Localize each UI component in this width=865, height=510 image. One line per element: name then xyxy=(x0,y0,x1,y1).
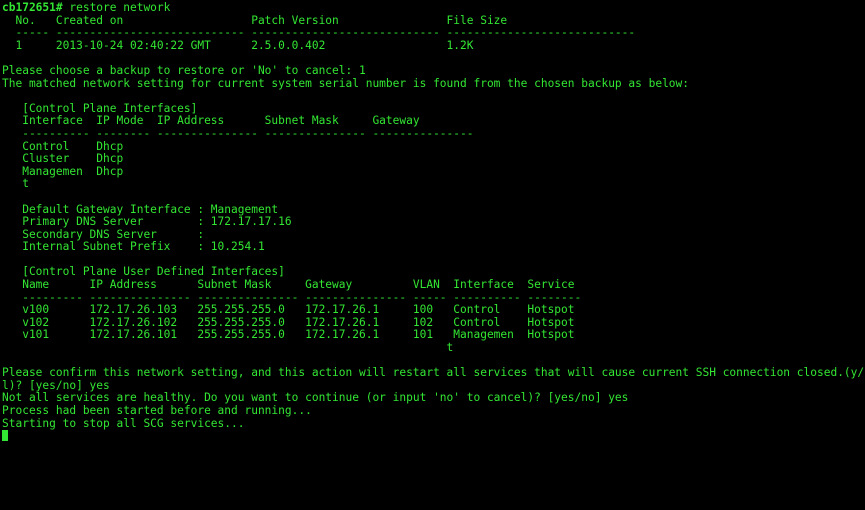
output-line: Managemen Dhcp xyxy=(2,164,124,178)
output-line: t xyxy=(2,341,454,355)
output-line: v100 172.17.26.103 255.255.255.0 172.17.… xyxy=(2,303,575,317)
output-line: ---------- -------- --------------- ----… xyxy=(2,126,474,140)
shell-prompt: cb172651# xyxy=(2,1,63,14)
cursor-block xyxy=(2,430,8,442)
output-line: 1 2013-10-24 02:40:22 GMT 2.5.0.0.402 1.… xyxy=(2,38,474,52)
output-line: Internal Subnet Prefix : 10.254.1 xyxy=(2,240,265,254)
command-text: restore network xyxy=(62,1,171,14)
output-line: Cluster Dhcp xyxy=(2,152,124,166)
output-line: The matched network setting for current … xyxy=(2,76,690,90)
terminal-window[interactable]: cb172651# restore network No. Created on… xyxy=(0,0,865,510)
output-line: Process had been started before and runn… xyxy=(2,404,312,417)
prompt-line: cb172651# restore network xyxy=(2,1,865,15)
output-line: t xyxy=(2,177,29,191)
output-line: Name IP Address Subnet Mask Gateway VLAN… xyxy=(2,278,575,292)
output-line: Please confirm this network setting, and… xyxy=(2,366,865,380)
output-line: ----- ---------------------------- -----… xyxy=(2,26,636,40)
output-line: Primary DNS Server : 172.17.17.16 xyxy=(2,215,292,229)
output-line: Control Dhcp xyxy=(2,139,124,153)
output-line: Starting to stop all SCG services... xyxy=(2,416,245,430)
output-line xyxy=(2,430,865,443)
output-line: Please choose a backup to restore or 'No… xyxy=(2,63,366,77)
